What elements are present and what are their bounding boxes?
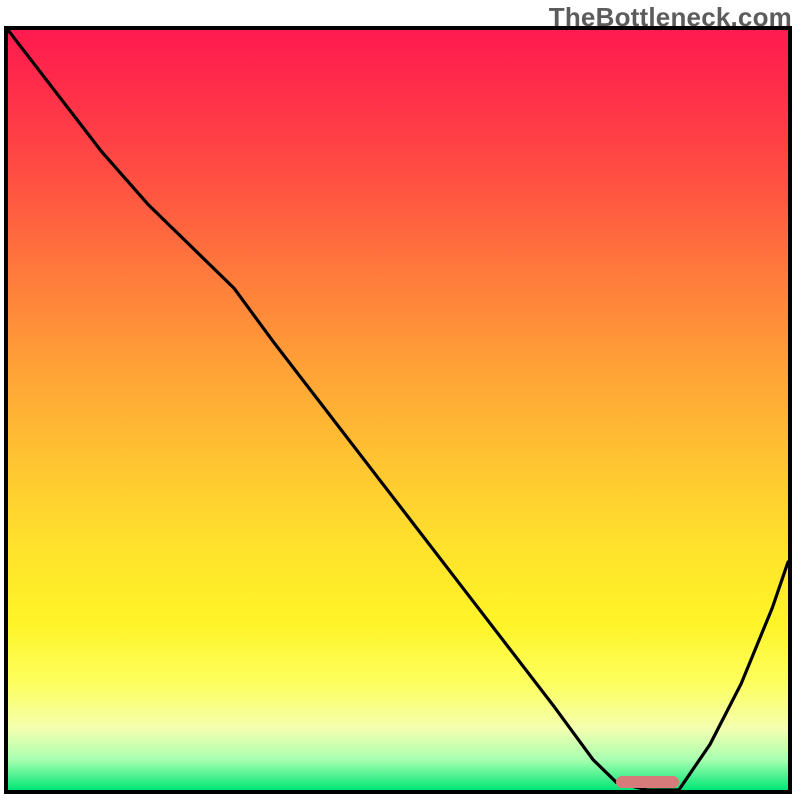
chart-frame [4,26,792,794]
bottleneck-curve [8,30,788,790]
bottleneck-minimum-marker [616,776,678,788]
